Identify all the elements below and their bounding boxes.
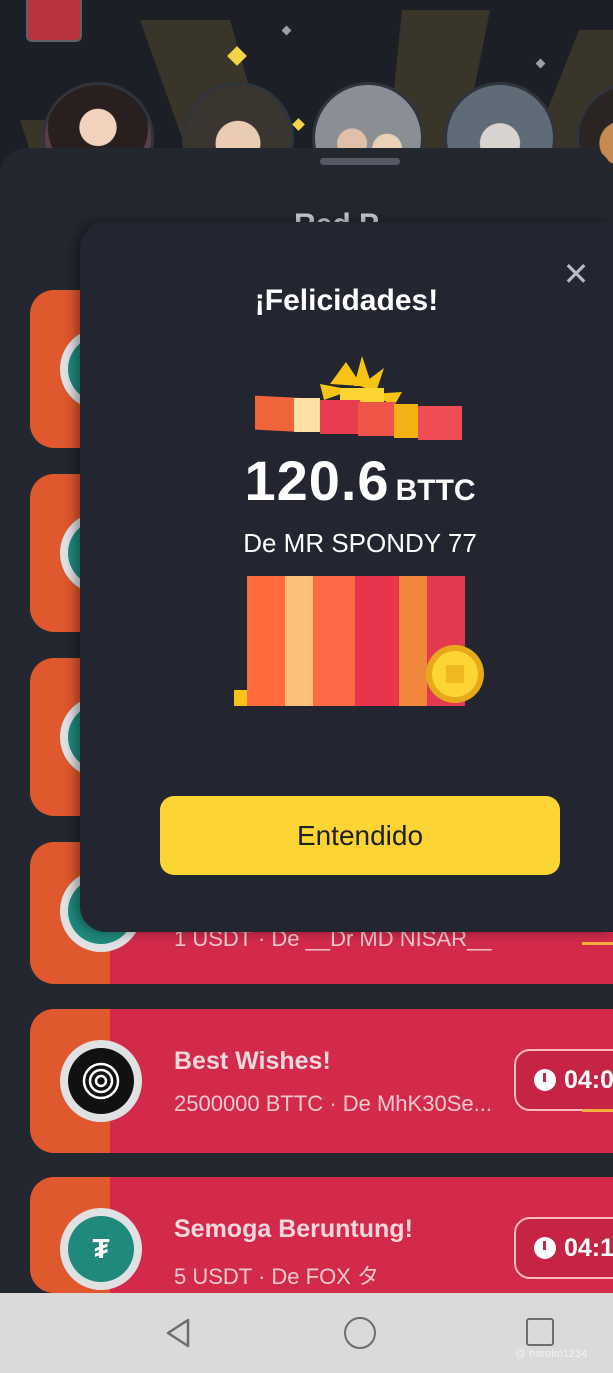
red-packet-card[interactable]: ₮ Semoga Beruntung! 5 USDT · De FOX タ 04… — [30, 1177, 613, 1293]
gift-envelope-tab[interactable] — [26, 0, 82, 42]
timer-progress — [582, 1109, 613, 1112]
countdown-timer: 04:0 — [514, 1049, 613, 1111]
timer-progress — [582, 942, 613, 945]
dialog-title: ¡Felicidades! — [254, 284, 439, 317]
ok-button-label: Entendido — [296, 819, 424, 851]
watermark: @ harolm1234 — [515, 1348, 588, 1360]
recent-apps-icon[interactable] — [526, 1318, 554, 1346]
bttc-logo-icon — [82, 1062, 120, 1100]
card-title: Best Wishes! — [174, 1047, 331, 1075]
reward-amount: 120.6 — [244, 449, 390, 512]
sparkle-icon — [281, 25, 292, 36]
bttc-coin-icon — [60, 1040, 142, 1122]
reward-amount-row: 120.6 BTTC — [80, 448, 613, 513]
timer-text: 04:0 — [564, 1065, 613, 1094]
stopwatch-icon — [534, 1237, 556, 1259]
countdown-timer: 04:1 — [514, 1217, 613, 1279]
card-title: Semoga Beruntung! — [174, 1215, 413, 1243]
stopwatch-icon — [534, 1069, 556, 1091]
red-packet-card[interactable]: Best Wishes! 2500000 BTTC · De MhK30Se..… — [30, 1009, 613, 1153]
sparkle-icon — [535, 58, 546, 69]
sparkle-icon — [292, 118, 305, 131]
home-icon[interactable] — [344, 1317, 376, 1349]
card-subtitle: 5 USDT · De FOX タ — [174, 1264, 379, 1289]
reward-unit: BTTC — [395, 474, 476, 507]
timer-text: 04:1 — [564, 1233, 613, 1262]
back-icon[interactable] — [164, 1318, 194, 1348]
usdt-coin-icon: ₮ — [60, 1208, 142, 1290]
drag-handle[interactable] — [320, 158, 400, 165]
screen: Red P ₮ 1 USDT · De __Dr MD NISAR__ B — [0, 0, 613, 1373]
sender-label: De MR SPONDY 77 — [243, 528, 477, 558]
card-subtitle: 2500000 BTTC · De MhK30Se... — [174, 1091, 492, 1116]
ok-button[interactable]: Entendido — [160, 796, 560, 875]
system-nav-bar — [0, 1293, 613, 1373]
